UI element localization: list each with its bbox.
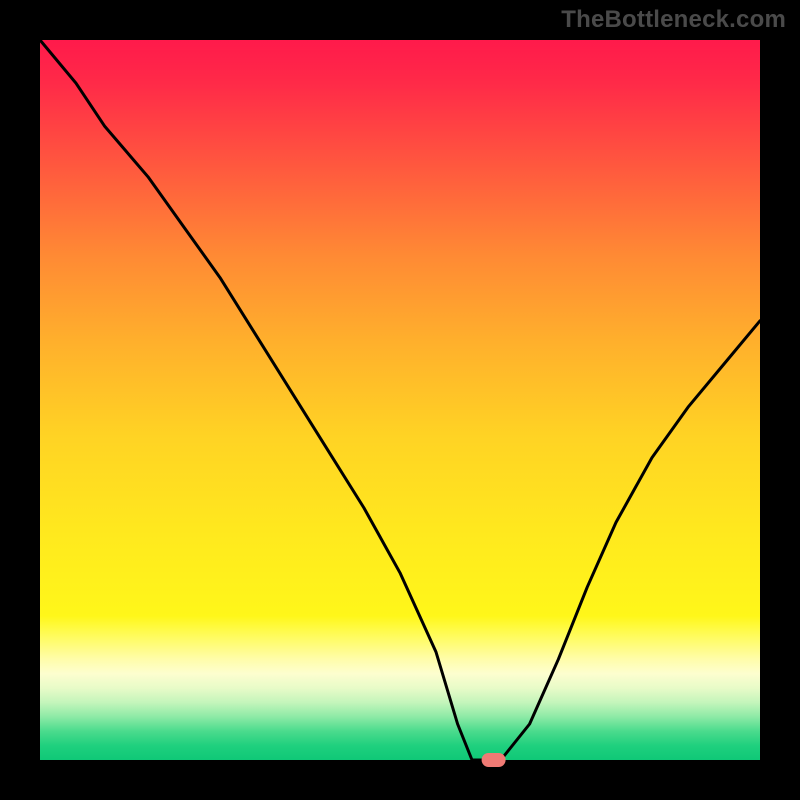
optimal-point-marker [482,753,506,767]
watermark-label: TheBottleneck.com [561,6,786,34]
chart-canvas [0,0,800,800]
bottleneck-chart: TheBottleneck.com [0,0,800,800]
plot-area [40,40,760,760]
